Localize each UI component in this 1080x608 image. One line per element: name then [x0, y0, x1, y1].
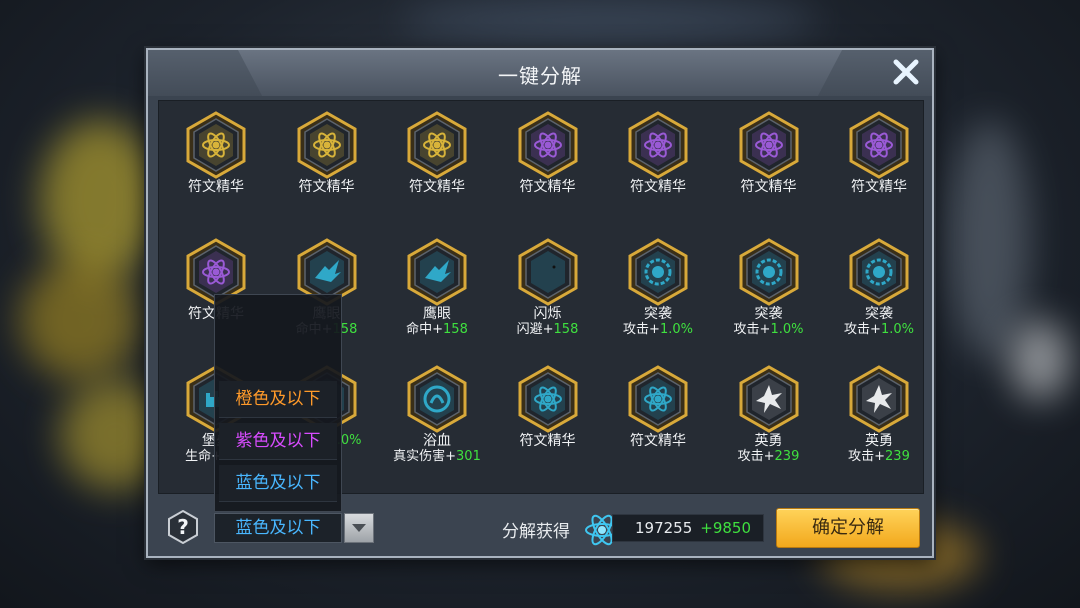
item-name: 闪烁 — [533, 306, 562, 322]
rune-essence-icon — [407, 111, 467, 179]
item-name: 突袭 — [865, 306, 893, 322]
item-stat-value: 1.0% — [659, 322, 693, 337]
svg-text:?: ? — [177, 515, 189, 539]
item-stat-value: 239 — [885, 449, 910, 464]
item-name: 突袭 — [754, 306, 783, 322]
rune-essence-icon — [186, 111, 246, 179]
item-stat-label: 攻击+ — [848, 449, 886, 464]
item-stat: 闪避+158 — [498, 322, 598, 338]
item-name: 英勇 — [754, 433, 783, 449]
decompose-item[interactable]: 符文精华 — [498, 365, 598, 449]
item-stat: 攻击+239 — [829, 449, 929, 465]
item-stat-label: 攻击+ — [733, 322, 771, 337]
decompose-item[interactable]: 符文精华 — [166, 111, 266, 195]
item-name: 英勇 — [865, 433, 893, 449]
gear-shield-icon — [739, 238, 798, 306]
help-icon: ? — [168, 509, 198, 545]
close-icon — [893, 59, 919, 85]
decompose-item[interactable]: 符文精华 — [387, 111, 487, 195]
reward-gain: +9850 — [700, 519, 752, 537]
item-stat-value: 1.0% — [880, 322, 914, 337]
item-stat: 命中+158 — [387, 322, 487, 338]
filter-dropdown-button[interactable] — [344, 513, 374, 543]
filter-dropdown-menu: 橙色及以下 紫色及以下 蓝色及以下 — [214, 294, 342, 512]
dialog-title: 一键分解 — [498, 64, 582, 88]
reward-total: 197255 — [635, 519, 693, 537]
explosion-icon — [739, 365, 798, 433]
item-name: 符文精华 — [188, 179, 244, 195]
item-name: 符文精华 — [519, 433, 576, 449]
confirm-decompose-button[interactable]: 确定分解 — [776, 508, 920, 548]
item-stat: 攻击+239 — [719, 449, 819, 465]
decompose-item[interactable]: 浴血 真实伤害+301 — [387, 365, 487, 465]
decompose-item[interactable]: 突袭 攻击+1.0% — [719, 238, 819, 338]
dragon-icon — [518, 238, 577, 306]
item-stat: 攻击+1.0% — [608, 322, 708, 338]
close-button[interactable] — [888, 54, 924, 90]
item-stat-value: 1.0% — [770, 322, 804, 337]
filter-option-purple[interactable]: 紫色及以下 — [219, 423, 337, 460]
item-name: 符文精华 — [298, 179, 355, 195]
decompose-item[interactable]: 鹰眼命中+158 — [387, 238, 487, 338]
item-stat-label: 真实伤害+ — [393, 449, 457, 464]
reward-label: 分解获得 — [502, 522, 570, 542]
item-name: 鹰眼 — [423, 306, 451, 322]
triangle-down-icon — [352, 524, 366, 532]
item-stat: 攻击+1.0% — [719, 322, 819, 338]
rune-essence-icon — [518, 365, 577, 433]
decompose-item[interactable]: 符文精华 — [608, 365, 708, 449]
filter-option-blue[interactable]: 蓝色及以下 — [219, 465, 337, 502]
eagle-icon — [407, 238, 467, 306]
help-button[interactable]: ? — [166, 509, 200, 545]
item-stat: 真实伤害+301 — [387, 449, 487, 465]
item-stat-label: 攻击+ — [844, 322, 881, 337]
filter-option-orange[interactable]: 橙色及以下 — [219, 381, 337, 418]
title-bar: 一键分解 — [148, 50, 932, 96]
decompose-item[interactable]: 英勇 攻击+239 — [829, 365, 929, 465]
item-name: 符文精华 — [630, 179, 686, 195]
item-name: 符文精华 — [519, 179, 576, 195]
decompose-item[interactable]: 突袭 攻击+1.0% — [608, 238, 708, 338]
reward-amount: 197255 +9850 — [612, 514, 764, 542]
decompose-item[interactable]: 符文精华 — [498, 111, 598, 195]
gear-shield-icon — [849, 238, 909, 306]
item-name: 符文精华 — [630, 433, 686, 449]
decompose-item[interactable]: 符文精华 — [277, 111, 377, 195]
item-stat-value: 158 — [553, 322, 579, 337]
explosion-icon — [849, 365, 909, 433]
item-stat-value: 301 — [456, 449, 481, 464]
decompose-item[interactable]: 符文精华 — [608, 111, 708, 195]
item-name: 符文精华 — [740, 179, 797, 195]
item-stat-value: 239 — [774, 449, 800, 464]
decompose-item[interactable]: 英勇 攻击+239 — [719, 365, 819, 465]
rune-essence-icon — [849, 111, 909, 179]
rune-essence-icon — [628, 111, 688, 179]
item-stat: 攻击+1.0% — [829, 322, 929, 338]
decompose-item[interactable]: 突袭 攻击+1.0% — [829, 238, 929, 338]
rune-essence-icon — [297, 111, 356, 179]
decompose-item[interactable]: 符文精华 — [719, 111, 819, 195]
rune-essence-icon — [628, 365, 688, 433]
filter-select[interactable]: 蓝色及以下 — [214, 513, 342, 543]
decompose-item[interactable]: 符文精华 — [829, 111, 929, 195]
rune-essence-icon — [518, 111, 577, 179]
item-stat-label: 命中+ — [406, 322, 444, 337]
rune-essence-icon — [739, 111, 798, 179]
decompose-item[interactable]: 闪烁 闪避+158 — [498, 238, 598, 338]
item-name: 符文精华 — [851, 179, 907, 195]
item-name: 突袭 — [644, 306, 672, 322]
item-name: 浴血 — [423, 433, 451, 449]
item-stat-value: 158 — [443, 322, 468, 337]
gear-shield-icon — [628, 238, 688, 306]
item-stat-label: 闪避+ — [516, 322, 554, 337]
item-stat-label: 攻击+ — [623, 322, 660, 337]
item-stat-label: 攻击+ — [737, 449, 775, 464]
item-name: 符文精华 — [409, 179, 465, 195]
decompose-dialog: 一键分解 符文精华符文精华符文精华符文精华符文精华符文精华符文精华符文精华鹰眼命… — [146, 48, 934, 558]
blood-bath-icon — [407, 365, 467, 433]
